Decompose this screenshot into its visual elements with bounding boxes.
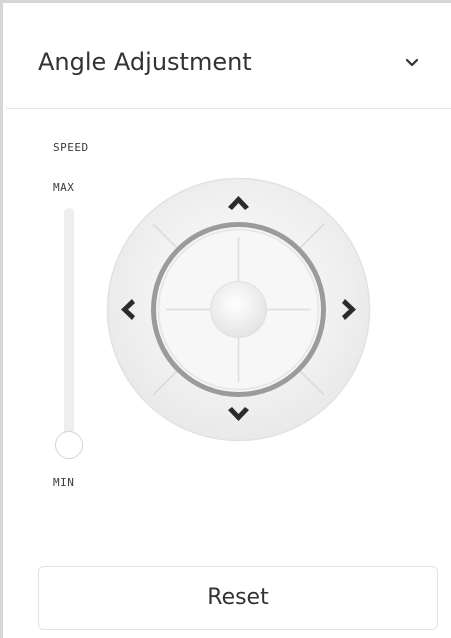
up-button[interactable] <box>196 181 281 225</box>
center-knob-icon[interactable] <box>210 281 267 338</box>
speed-min-label: MIN <box>53 476 75 489</box>
speed-max-label: MAX <box>53 181 75 194</box>
reset-button[interactable]: Reset <box>38 566 438 630</box>
right-button[interactable] <box>323 267 367 352</box>
speed-slider-thumb[interactable] <box>55 431 83 459</box>
angle-adjustment-panel: Angle Adjustment SPEED MAX MIN Reset <box>0 0 451 638</box>
panel-header[interactable]: Angle Adjustment <box>6 6 451 109</box>
speed-slider-track[interactable] <box>64 208 74 436</box>
speed-label: SPEED <box>53 141 89 154</box>
panel-title: Angle Adjustment <box>38 48 252 76</box>
chevron-down-icon[interactable] <box>403 54 421 72</box>
down-button[interactable] <box>196 394 281 438</box>
left-button[interactable] <box>110 267 154 352</box>
direction-pad <box>106 177 371 442</box>
